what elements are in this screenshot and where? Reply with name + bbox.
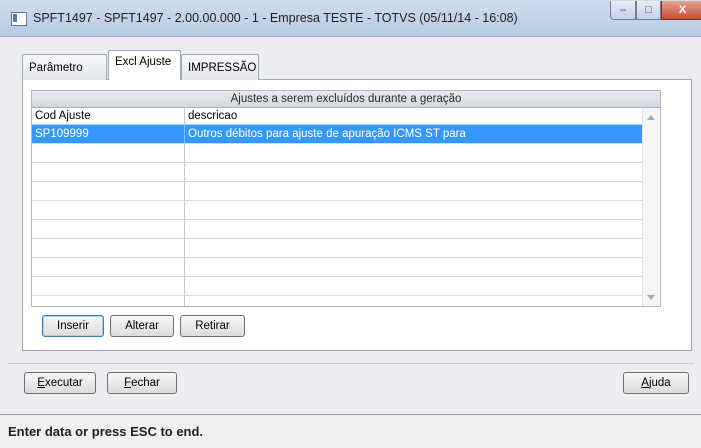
grid-vertical-scrollbar[interactable] xyxy=(642,108,660,306)
cell-cod-ajuste[interactable]: SP109999 xyxy=(32,125,185,143)
table-row[interactable] xyxy=(32,182,660,201)
cell-descricao[interactable] xyxy=(185,201,660,219)
scroll-down-icon[interactable] xyxy=(647,295,655,300)
tab-impressao[interactable]: IMPRESSÃO xyxy=(181,54,259,80)
column-header-cod-ajuste[interactable]: Cod Ajuste xyxy=(32,108,185,124)
grid-header-row: Cod Ajuste descricao xyxy=(32,108,660,125)
cell-descricao[interactable] xyxy=(185,277,660,295)
adjustments-grid[interactable]: Ajustes a serem excluídos durante a gera… xyxy=(31,90,661,307)
cell-descricao[interactable] xyxy=(185,258,660,276)
cell-cod-ajuste[interactable] xyxy=(32,220,185,238)
cell-descricao[interactable] xyxy=(185,239,660,257)
cell-cod-ajuste[interactable] xyxy=(32,201,185,219)
cell-cod-ajuste[interactable] xyxy=(32,277,185,295)
help-label: juda xyxy=(648,377,671,389)
remove-button[interactable]: Retirar xyxy=(180,315,245,337)
cell-cod-ajuste[interactable] xyxy=(32,182,185,200)
cell-descricao[interactable]: Outros débitos para ajuste de apuração I… xyxy=(185,125,660,143)
tab-excl-ajuste[interactable]: Excl Ajuste xyxy=(108,50,181,80)
cell-cod-ajuste[interactable] xyxy=(32,144,185,162)
table-row[interactable] xyxy=(32,163,660,182)
status-text: Enter data or press ESC to end. xyxy=(8,424,204,439)
app-icon xyxy=(11,12,27,26)
table-row[interactable] xyxy=(32,220,660,239)
status-bar: Enter data or press ESC to end. xyxy=(0,414,701,448)
table-row[interactable] xyxy=(32,201,660,220)
close-window-button[interactable]: Fechar xyxy=(107,372,177,394)
close-label: echar xyxy=(131,377,160,389)
cell-descricao[interactable] xyxy=(185,182,660,200)
execute-label: xecutar xyxy=(44,377,83,389)
scroll-up-icon[interactable] xyxy=(647,115,655,120)
cell-descricao[interactable] xyxy=(185,163,660,181)
cell-descricao[interactable] xyxy=(185,144,660,162)
cell-cod-ajuste[interactable] xyxy=(32,163,185,181)
help-button[interactable]: Ajuda xyxy=(623,372,689,394)
table-row[interactable] xyxy=(32,296,660,306)
cell-descricao[interactable] xyxy=(185,296,660,306)
maximize-icon: □ xyxy=(645,4,652,16)
minimize-icon: – xyxy=(619,4,627,16)
application-window: SPFT1497 - SPFT1497 - 2.00.00.000 - 1 - … xyxy=(0,0,701,448)
grid-body: SP109999 Outros débitos para ajuste de ap… xyxy=(32,125,660,306)
window-title: SPFT1497 - SPFT1497 - 2.00.00.000 - 1 - … xyxy=(33,11,518,25)
maximize-button[interactable]: □ xyxy=(636,1,661,20)
table-row[interactable]: SP109999 Outros débitos para ajuste de ap… xyxy=(32,125,660,144)
cell-cod-ajuste[interactable] xyxy=(32,296,185,306)
table-row[interactable] xyxy=(32,239,660,258)
table-row[interactable] xyxy=(32,258,660,277)
tab-parametro[interactable]: Parâmetro xyxy=(22,54,107,80)
help-accel: A xyxy=(641,377,649,389)
title-bar[interactable]: SPFT1497 - SPFT1497 - 2.00.00.000 - 1 - … xyxy=(0,0,701,37)
cell-cod-ajuste[interactable] xyxy=(32,239,185,257)
column-header-descricao[interactable]: descricao xyxy=(185,108,660,124)
cell-descricao[interactable] xyxy=(185,220,660,238)
table-row[interactable] xyxy=(32,144,660,163)
execute-button[interactable]: Executar xyxy=(24,372,96,394)
grid-caption: Ajustes a serem excluídos durante a gera… xyxy=(32,91,660,108)
minimize-button[interactable]: – xyxy=(610,1,636,20)
cell-cod-ajuste[interactable] xyxy=(32,258,185,276)
edit-button[interactable]: Alterar xyxy=(110,315,174,337)
table-row[interactable] xyxy=(32,277,660,296)
close-icon: X xyxy=(678,4,687,16)
execute-accel: E xyxy=(37,377,45,389)
divider xyxy=(8,363,694,364)
close-button[interactable]: X xyxy=(661,1,701,20)
insert-button[interactable]: Inserir xyxy=(42,315,104,337)
